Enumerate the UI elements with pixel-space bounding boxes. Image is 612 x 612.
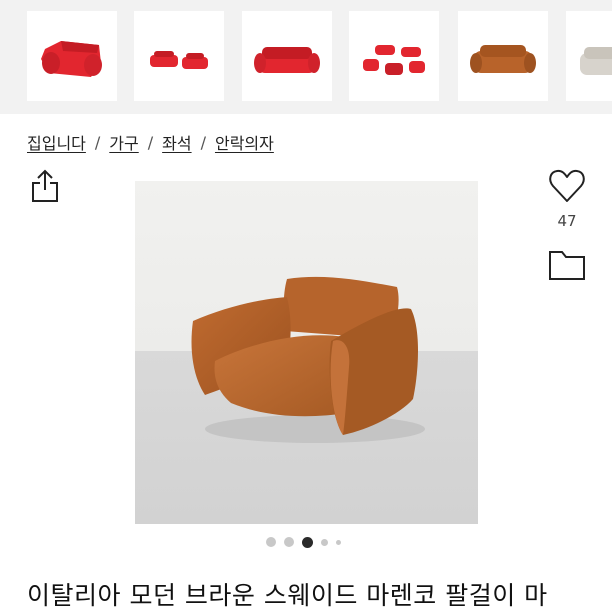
brown-sofa-icon	[470, 45, 536, 73]
breadcrumb-armchairs[interactable]: 안락의자	[215, 130, 274, 154]
red-sofa-icon	[150, 51, 208, 69]
thumbnail-6[interactable]	[566, 11, 612, 101]
folder-icon[interactable]	[547, 247, 587, 283]
red-sofa-icon	[254, 47, 320, 73]
product-title: 이탈리아 모던 브라운 스웨이드 마렌코 팔걸이 마	[27, 581, 548, 610]
breadcrumb-separator: /	[94, 132, 101, 152]
brown-armchair-image	[135, 181, 478, 524]
like-count: 47	[557, 212, 577, 230]
thumbnail-3[interactable]	[242, 11, 332, 101]
breadcrumb-seating[interactable]: 좌석	[162, 130, 191, 154]
breadcrumb: 집입니다 / 가구 / 좌석 / 안락의자	[27, 130, 274, 154]
thumbnail-1[interactable]	[27, 11, 117, 101]
breadcrumb-separator: /	[147, 132, 154, 152]
thumbnail-5[interactable]	[458, 11, 548, 101]
breadcrumb-home[interactable]: 집입니다	[27, 130, 86, 154]
carousel-dot-4[interactable]	[321, 538, 328, 546]
heart-icon[interactable]	[547, 166, 587, 206]
carousel-dot-3-active[interactable]	[302, 536, 313, 548]
product-image[interactable]	[135, 181, 478, 524]
thumbnail-4[interactable]	[349, 11, 439, 101]
gray-sofa-icon	[580, 47, 612, 75]
red-sofa-icon	[41, 41, 102, 77]
share-icon[interactable]	[30, 168, 60, 204]
red-sofa-icon	[363, 45, 425, 75]
thumbnail-strip	[0, 0, 612, 114]
breadcrumb-separator: /	[200, 132, 206, 152]
thumbnail-2[interactable]	[134, 11, 224, 101]
carousel-dots	[266, 536, 341, 548]
carousel-dot-1[interactable]	[266, 537, 276, 547]
breadcrumb-furniture[interactable]: 가구	[109, 130, 138, 154]
carousel-dot-2[interactable]	[284, 537, 294, 547]
carousel-dot-5[interactable]	[336, 539, 341, 545]
